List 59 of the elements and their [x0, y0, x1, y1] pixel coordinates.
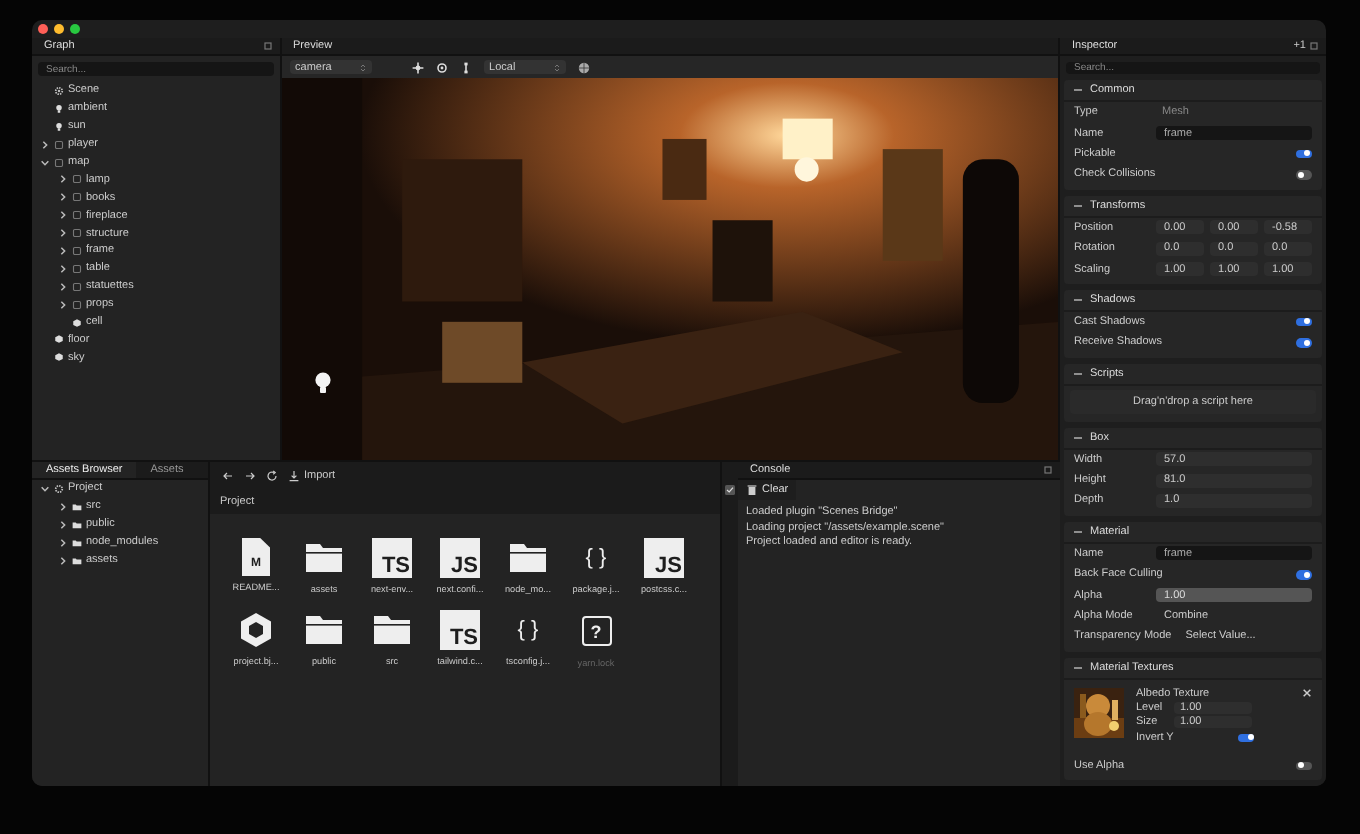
panel-menu-icon[interactable]	[1044, 466, 1052, 474]
lightbulb-icon	[313, 372, 332, 394]
square-icon	[54, 139, 64, 150]
collapse-icon[interactable]	[1074, 203, 1082, 208]
square-icon	[72, 263, 82, 274]
toggle-switch[interactable]	[1296, 170, 1312, 180]
square-icon	[54, 157, 64, 167]
square-icon	[72, 192, 82, 203]
json-file-icon: { }	[576, 538, 616, 578]
collapse-icon[interactable]	[1074, 529, 1082, 534]
folder-icon	[372, 610, 412, 650]
lightbulb-icon	[54, 103, 64, 114]
move-icon[interactable]	[411, 61, 424, 73]
gear-icon	[54, 483, 64, 494]
caret-icon	[359, 63, 366, 71]
refresh-icon[interactable]	[266, 470, 278, 482]
download-icon	[288, 470, 300, 482]
collapse-icon[interactable]	[1074, 371, 1082, 376]
forward-icon[interactable]	[244, 470, 256, 482]
square-icon	[72, 245, 82, 256]
file-type-icon: JS	[644, 538, 684, 578]
json-file-icon: { }	[508, 610, 548, 650]
globe-icon[interactable]	[577, 61, 590, 73]
file-type-icon: TS	[372, 538, 412, 578]
toggle-switch[interactable]	[1296, 570, 1312, 580]
hexagon-icon	[236, 610, 276, 650]
checkbox-icon[interactable]	[724, 484, 736, 496]
rotate-icon[interactable]	[435, 61, 448, 73]
folder-icon	[304, 538, 344, 578]
square-icon	[72, 299, 82, 310]
file-type-icon: TS	[440, 610, 480, 650]
collapse-icon[interactable]	[1074, 297, 1082, 302]
collapse-icon[interactable]	[1074, 665, 1082, 670]
panel-menu-icon[interactable]	[263, 42, 272, 50]
folder-icon	[508, 538, 548, 578]
lightbulb-icon	[54, 121, 64, 132]
chevron-down-icon[interactable]	[40, 483, 50, 494]
toggle-switch[interactable]	[1296, 761, 1312, 771]
toggle-switch[interactable]	[1296, 338, 1312, 348]
square-icon	[72, 210, 82, 221]
toggle-switch[interactable]	[1238, 733, 1255, 743]
file-type-icon: JS	[440, 538, 480, 578]
chevron-right-icon[interactable]	[40, 139, 50, 150]
chevron-down-icon[interactable]	[40, 157, 50, 167]
panel-menu-icon[interactable]	[1310, 42, 1318, 50]
gear-icon	[54, 85, 64, 96]
folder-icon	[304, 610, 344, 650]
scale-icon[interactable]	[459, 61, 472, 73]
back-icon[interactable]	[222, 470, 234, 482]
toggle-switch[interactable]	[1296, 149, 1312, 159]
close-icon[interactable]	[1302, 688, 1312, 699]
square-icon	[72, 174, 82, 185]
caret-icon	[553, 63, 560, 71]
collapse-icon[interactable]	[1074, 435, 1082, 440]
toggle-switch[interactable]	[1296, 317, 1312, 327]
square-icon	[72, 281, 82, 292]
square-icon	[72, 228, 82, 239]
trash-icon	[746, 484, 758, 496]
unknown-file-icon: ?	[581, 616, 611, 646]
